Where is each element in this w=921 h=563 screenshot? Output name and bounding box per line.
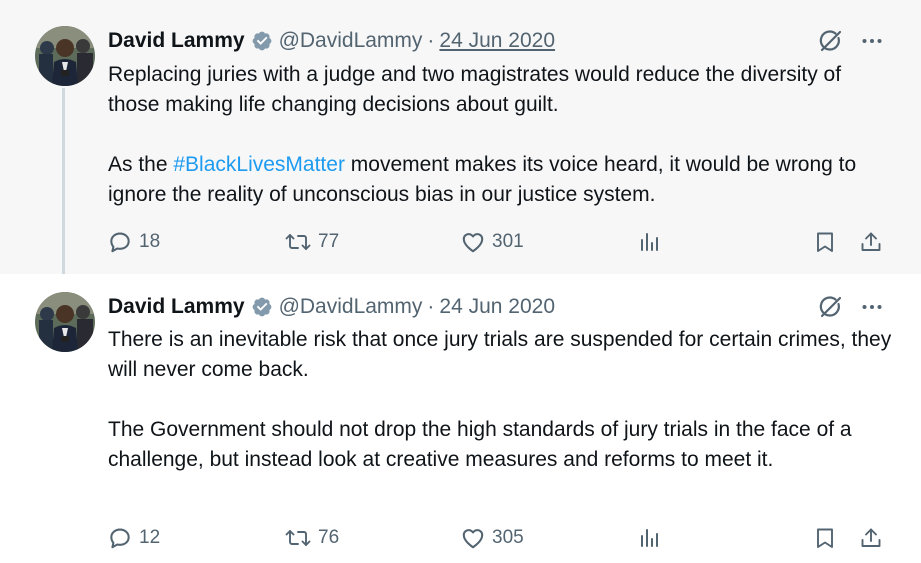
thread-line bbox=[62, 88, 65, 288]
tweet-paragraph: There is an inevitable risk that once ju… bbox=[108, 328, 892, 381]
share-button[interactable] bbox=[859, 227, 883, 257]
tweet-text: There is an inevitable risk that once ju… bbox=[108, 325, 898, 475]
views-button[interactable] bbox=[637, 523, 661, 553]
author-name[interactable]: David Lammy bbox=[108, 28, 245, 54]
bookmark-icon bbox=[813, 525, 837, 551]
tweet-paragraph: As the #BlackLivesMatter movement makes … bbox=[108, 150, 898, 210]
views-icon bbox=[637, 525, 661, 551]
retweet-icon bbox=[284, 525, 312, 551]
like-icon bbox=[460, 525, 486, 551]
tweet-paragraph: The Government should not drop the high … bbox=[108, 418, 852, 471]
like-count: 305 bbox=[492, 527, 524, 548]
verified-badge-icon bbox=[251, 296, 273, 318]
retweet-button[interactable]: 77 bbox=[284, 227, 339, 257]
more-icon[interactable] bbox=[860, 295, 884, 319]
reply-button[interactable]: 18 bbox=[107, 227, 160, 257]
action-bar: 12 76 305 bbox=[0, 523, 921, 553]
separator: · bbox=[427, 29, 435, 52]
retweet-count: 76 bbox=[318, 527, 340, 548]
tweet-date-link[interactable]: 24 Jun 2020 bbox=[439, 294, 555, 320]
action-bar: 18 77 301 bbox=[0, 227, 921, 257]
tweet-header: David Lammy @DavidLammy · 24 Jun 2020 bbox=[108, 294, 555, 320]
tweet-paragraph: Replacing juries with a judge and two ma… bbox=[108, 63, 842, 116]
reply-icon bbox=[107, 229, 133, 255]
avatar[interactable] bbox=[35, 26, 95, 86]
views-icon bbox=[637, 229, 661, 255]
author-name[interactable]: David Lammy bbox=[108, 294, 245, 320]
bookmark-icon bbox=[813, 229, 837, 255]
grok-icon[interactable] bbox=[818, 28, 844, 54]
tweet-date-link[interactable]: 24 Jun 2020 bbox=[439, 28, 555, 54]
retweet-count: 77 bbox=[318, 231, 340, 252]
tweet-header: David Lammy @DavidLammy · 24 Jun 2020 bbox=[108, 28, 555, 54]
more-icon[interactable] bbox=[860, 29, 884, 53]
reply-icon bbox=[107, 525, 133, 551]
share-icon bbox=[859, 229, 883, 255]
author-handle[interactable]: @DavidLammy bbox=[279, 28, 423, 54]
grok-icon[interactable] bbox=[818, 294, 844, 320]
share-icon bbox=[859, 525, 883, 551]
views-button[interactable] bbox=[637, 227, 661, 257]
separator: · bbox=[427, 295, 435, 318]
reply-count: 18 bbox=[139, 231, 161, 252]
tweet-1[interactable]: David Lammy @DavidLammy · 24 Jun 2020 Re… bbox=[0, 0, 921, 288]
retweet-icon bbox=[284, 229, 312, 255]
bookmark-button[interactable] bbox=[813, 227, 837, 257]
bookmark-button[interactable] bbox=[813, 523, 837, 553]
tweet-2[interactable]: David Lammy @DavidLammy · 24 Jun 2020 Th… bbox=[0, 274, 921, 563]
like-button[interactable]: 301 bbox=[460, 227, 524, 257]
like-icon bbox=[460, 229, 486, 255]
retweet-button[interactable]: 76 bbox=[284, 523, 339, 553]
like-button[interactable]: 305 bbox=[460, 523, 524, 553]
avatar[interactable] bbox=[35, 292, 95, 352]
hashtag-link[interactable]: #BlackLivesMatter bbox=[173, 153, 345, 176]
tweet-text: Replacing juries with a judge and two ma… bbox=[108, 60, 898, 210]
like-count: 301 bbox=[492, 231, 524, 252]
share-button[interactable] bbox=[859, 523, 883, 553]
author-handle[interactable]: @DavidLammy bbox=[279, 294, 423, 320]
verified-badge-icon bbox=[251, 30, 273, 52]
reply-count: 12 bbox=[139, 527, 161, 548]
reply-button[interactable]: 12 bbox=[107, 523, 160, 553]
text-segment: As the bbox=[108, 153, 174, 176]
